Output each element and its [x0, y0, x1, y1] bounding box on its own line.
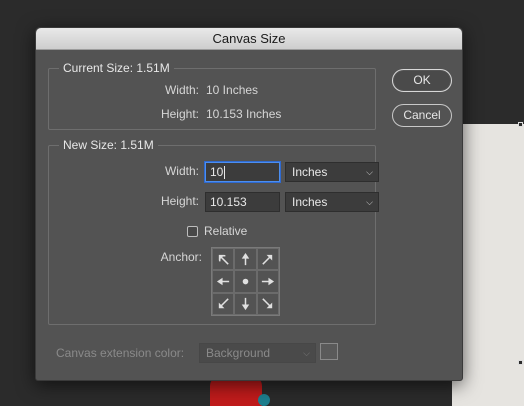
- chevron-down-icon: ⌵: [366, 167, 373, 177]
- canvas-size-dialog: Canvas Size Current Size: 1.51M Width: 1…: [35, 27, 463, 381]
- arrow-left-icon: [216, 277, 229, 286]
- current-size-legend: Current Size: 1.51M: [59, 61, 174, 75]
- anchor-center[interactable]: [234, 270, 257, 293]
- canvas-handle: [518, 122, 523, 127]
- dialog-title: Canvas Size: [36, 28, 462, 50]
- arrow-down-left-icon: [218, 298, 229, 309]
- anchor-top-right[interactable]: [256, 248, 279, 271]
- arrow-down-icon: [241, 298, 250, 311]
- width-unit-value: Inches: [292, 165, 328, 179]
- current-width-value: 10 Inches: [206, 83, 259, 97]
- anchor-bottom-right[interactable]: [256, 292, 279, 315]
- new-size-legend: New Size: 1.51M: [59, 138, 158, 152]
- new-width-input[interactable]: 10: [205, 162, 280, 182]
- document-artwork-detail: [258, 394, 270, 406]
- current-width-label: Width:: [164, 83, 199, 97]
- extension-color-value: Background: [206, 346, 271, 360]
- arrow-right-icon: [262, 277, 275, 286]
- relative-checkbox[interactable]: [187, 226, 198, 237]
- chevron-down-icon: ⌵: [366, 197, 373, 207]
- canvas-handle: [518, 360, 523, 365]
- height-unit-select[interactable]: Inches ⌵: [285, 192, 379, 212]
- arrow-up-right-icon: [262, 254, 273, 265]
- chevron-down-icon: ⌵: [303, 348, 310, 358]
- arrow-down-right-icon: [262, 298, 273, 309]
- anchor-label: Anchor:: [160, 250, 202, 264]
- new-size-group: New Size: 1.51M Width: 10 Inches ⌵ Heigh…: [48, 138, 379, 325]
- extension-color-select[interactable]: Background ⌵: [199, 343, 316, 363]
- anchor-bottom[interactable]: [234, 292, 257, 315]
- new-height-value: 10.153: [210, 195, 247, 209]
- current-height-value: 10.153 Inches: [206, 107, 282, 121]
- extension-color-label: Canvas extension color:: [56, 346, 185, 360]
- cancel-button[interactable]: Cancel: [392, 104, 452, 127]
- current-size-group: Current Size: 1.51M Width: 10 Inches Hei…: [48, 61, 376, 130]
- new-height-input[interactable]: 10.153: [205, 192, 280, 212]
- relative-label[interactable]: Relative: [204, 224, 247, 238]
- height-unit-value: Inches: [292, 195, 328, 209]
- current-height-label: Height:: [160, 107, 199, 121]
- new-height-label: Height:: [160, 194, 199, 208]
- anchor-right[interactable]: [256, 270, 279, 293]
- anchor-grid: [211, 247, 280, 316]
- text-caret: [224, 166, 226, 180]
- anchor-top-left[interactable]: [212, 248, 235, 271]
- width-unit-select[interactable]: Inches ⌵: [285, 162, 379, 182]
- arrow-up-icon: [241, 252, 250, 265]
- extension-color-swatch[interactable]: [320, 343, 338, 360]
- anchor-top[interactable]: [234, 248, 257, 271]
- anchor-center-dot-icon: [242, 278, 249, 285]
- anchor-left[interactable]: [212, 270, 235, 293]
- ok-button[interactable]: OK: [392, 69, 452, 92]
- new-width-label: Width:: [164, 164, 199, 178]
- arrow-up-left-icon: [218, 254, 229, 265]
- new-width-value: 10: [210, 165, 224, 179]
- anchor-bottom-left[interactable]: [212, 292, 235, 315]
